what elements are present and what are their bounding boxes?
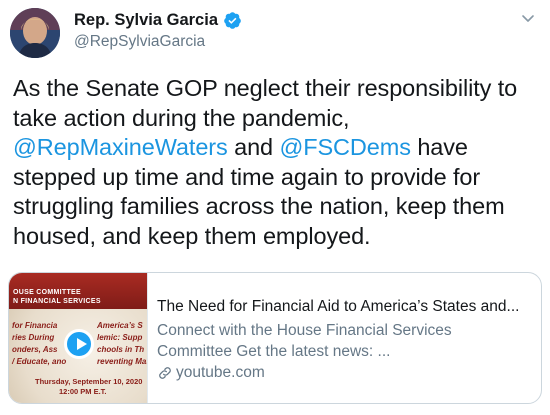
thumbnail-text: reventing Mass	[97, 357, 147, 366]
chevron-down-icon[interactable]	[520, 10, 536, 26]
avatar[interactable]	[10, 8, 60, 58]
thumbnail-text: for Financia	[12, 321, 58, 330]
play-triangle	[77, 338, 87, 350]
play-icon[interactable]	[64, 329, 94, 359]
link-icon	[157, 365, 173, 381]
card-domain: youtube.com	[157, 364, 265, 382]
thumbnail-time: 12:00 PM E.T.	[59, 387, 107, 396]
thumbnail-date: Thursday, September 10, 2020	[35, 377, 143, 386]
name-row: Rep. Sylvia Garcia	[74, 11, 242, 30]
card-title[interactable]: The Need for Financial Aid to America’s …	[157, 298, 535, 316]
thumbnail-text: onders, Ass	[12, 345, 58, 354]
tweet-text-part: and	[227, 134, 280, 160]
thumbnail-text: ries During	[12, 333, 55, 342]
verified-badge-icon	[223, 11, 242, 30]
thumbnail-text: America’s S	[97, 321, 143, 330]
display-name[interactable]: Rep. Sylvia Garcia	[74, 11, 218, 30]
thumbnail-header-line: OUSE COMMITTEE	[13, 289, 81, 296]
tweet-text: As the Senate GOP neglect their responsi…	[13, 74, 543, 251]
tweet: Rep. Sylvia Garcia @RepSylviaGarcia As t…	[0, 0, 550, 415]
thumbnail-header-line: N FINANCIAL SERVICES	[13, 298, 101, 305]
video-thumbnail[interactable]: OUSE COMMITTEE N FINANCIAL SERVICES for …	[9, 273, 148, 403]
tweet-text-part: As the Senate GOP neglect their responsi…	[13, 75, 518, 131]
mention-link[interactable]: @FSCDems	[279, 134, 411, 160]
thumbnail-text: lemic: Supp	[97, 333, 143, 342]
card-description: Connect with the House Financial Service…	[157, 322, 452, 360]
thumbnail-header: OUSE COMMITTEE N FINANCIAL SERVICES	[9, 273, 147, 309]
card-domain-text: youtube.com	[176, 364, 265, 381]
thumbnail-text: / Educate, ano	[12, 357, 67, 366]
mention-link[interactable]: @RepMaxineWaters	[13, 134, 228, 160]
handle[interactable]: @RepSylviaGarcia	[74, 33, 205, 51]
link-card[interactable]: OUSE COMMITTEE N FINANCIAL SERVICES for …	[8, 272, 542, 404]
profile-photo	[10, 8, 60, 58]
thumbnail-text: chools in Th	[97, 345, 145, 354]
